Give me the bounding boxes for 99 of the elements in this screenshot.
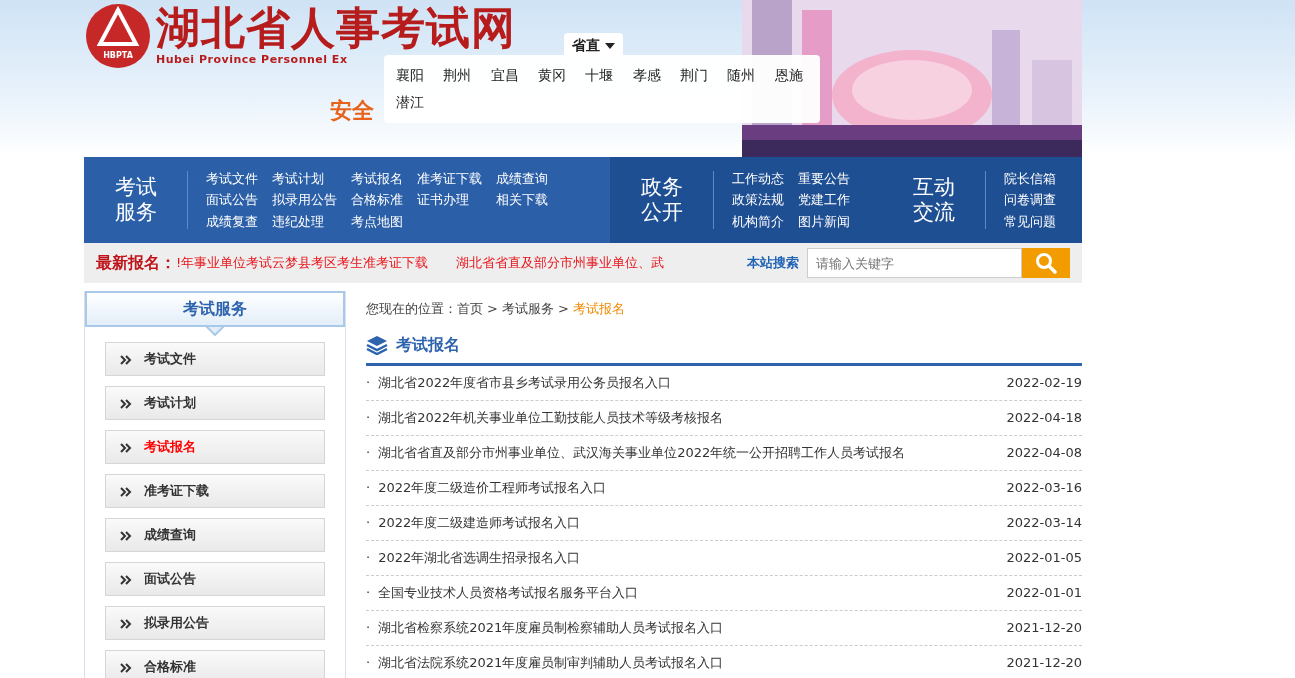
caret-icon: [604, 43, 615, 49]
city-link[interactable]: 荆州: [443, 65, 477, 86]
sidebar-item[interactable]: 成绩查询: [105, 518, 325, 552]
site-subtitle: Hubei Province Personnel Ex: [156, 51, 349, 68]
sidebar-item[interactable]: 拟录用公告: [105, 606, 325, 640]
article-date: 2021-12-20: [1006, 618, 1082, 637]
article-date: 2022-04-08: [1006, 443, 1082, 462]
nav-link[interactable]: 考试报名: [351, 168, 403, 189]
pointer-icon: [204, 325, 226, 336]
nav-link[interactable]: 证书办理: [417, 190, 482, 210]
bullet: ·: [366, 653, 371, 672]
search-icon: [1035, 252, 1057, 274]
city-link[interactable]: 孝感: [632, 65, 666, 86]
nav-link[interactable]: 考试文件: [206, 168, 258, 189]
article-link[interactable]: 湖北省2022年度省市县乡考试录用公务员报名入口: [378, 372, 672, 393]
article-link[interactable]: 湖北省2022年机关事业单位工勤技能人员技术等级考核报名: [378, 407, 724, 428]
city-link[interactable]: 襄阳: [396, 65, 430, 86]
breadcrumb-label: 您现在的位置：: [366, 301, 457, 316]
sidebar-item[interactable]: 考试报名: [105, 430, 325, 464]
logo-icon: HBPTA: [84, 2, 152, 70]
city-link[interactable]: 恩施: [774, 65, 808, 86]
layers-icon: [366, 334, 388, 355]
bullet: ·: [366, 618, 371, 637]
section-title: 政务公开: [639, 174, 684, 226]
nav-link[interactable]: 院长信箱: [1004, 168, 1056, 189]
bullet: ·: [366, 583, 371, 602]
nav-link[interactable]: 成绩复查: [206, 211, 258, 232]
sidebar-item[interactable]: 考试文件: [105, 342, 325, 376]
slogan: 安全: [330, 97, 374, 125]
nav-link[interactable]: 成绩查询: [496, 168, 548, 189]
article-link[interactable]: 湖北省省直及部分市州事业单位、武汉海关事业单位2022年统一公开招聘工作人员考试报名: [378, 442, 906, 463]
double-chevron-icon: [120, 398, 132, 409]
article-link[interactable]: 湖北省检察系统2021年度雇员制检察辅助人员考试报名入口: [378, 617, 724, 638]
double-chevron-icon: [120, 662, 132, 673]
bullet: ·: [366, 478, 371, 497]
city-link[interactable]: 黄冈: [538, 65, 572, 86]
nav-link[interactable]: 常见问题: [1004, 211, 1056, 232]
news-link[interactable]: 湖北省省直及部分市州事业单位、武: [456, 253, 665, 273]
section-title: 互动交流: [911, 174, 956, 226]
article-link[interactable]: 2022年度二级造价工程师考试报名入口: [378, 477, 607, 498]
news-link[interactable]: !年事业单位考试云梦县考区考生准考证下载: [176, 253, 429, 273]
article-date: 2022-02-19: [1006, 373, 1082, 392]
bullet: ·: [366, 408, 371, 427]
city-link[interactable]: 宜昌: [490, 65, 524, 86]
section-heading: 考试报名: [396, 333, 460, 356]
nav-link[interactable]: 违纪处理: [272, 211, 337, 232]
nav-link[interactable]: 政策法规: [732, 190, 784, 210]
nav-link[interactable]: 相关下载: [496, 190, 548, 210]
search-label: 本站搜索: [747, 254, 799, 273]
double-chevron-icon: [120, 442, 132, 453]
sidebar-item[interactable]: 面试公告: [105, 562, 325, 596]
article-link[interactable]: 2022年度二级建造师考试报名入口: [378, 512, 581, 533]
article-link[interactable]: 2022年湖北省选调生招录报名入口: [378, 547, 581, 568]
breadcrumb-link[interactable]: 考试服务: [501, 301, 554, 316]
search-button[interactable]: [1022, 248, 1070, 278]
nav-link[interactable]: 考点地图: [351, 211, 403, 232]
nav-link[interactable]: 问卷调查: [1004, 190, 1056, 210]
sidebar-item[interactable]: 合格标准: [105, 650, 325, 678]
city-link[interactable]: 十堰: [585, 65, 619, 86]
bullet: ·: [366, 443, 371, 462]
nav-link[interactable]: 拟录用公告: [272, 190, 337, 210]
site-title: 湖北省人事考试网: [156, 3, 516, 52]
double-chevron-icon: [120, 574, 132, 585]
sidebar-item[interactable]: 考试计划: [105, 386, 325, 420]
city-link[interactable]: 荆门: [679, 65, 714, 86]
article-date: 2022-01-01: [1006, 583, 1082, 602]
nav-link[interactable]: 图片新闻: [798, 211, 850, 232]
nav-link[interactable]: 合格标准: [351, 190, 403, 210]
double-chevron-icon: [120, 618, 132, 629]
ticker-label: 最新报名：: [96, 252, 176, 274]
nav-link[interactable]: 工作动态: [732, 168, 784, 189]
section-title: 考试服务: [113, 174, 158, 226]
double-chevron-icon: [120, 530, 132, 541]
breadcrumb-link[interactable]: 首页: [457, 301, 483, 316]
article-link[interactable]: 湖北省法院系统2021年度雇员制审判辅助人员考试报名入口: [378, 652, 724, 673]
breadcrumb-separator: >: [557, 301, 569, 316]
city-link[interactable]: 潜江: [396, 92, 430, 113]
article-date: 2022-03-14: [1006, 513, 1082, 532]
article-date: 2022-03-16: [1006, 478, 1082, 497]
nav-link[interactable]: 重要公告: [798, 168, 850, 189]
breadcrumb-separator: >: [487, 301, 498, 316]
sidebar-item[interactable]: 准考证下载: [105, 474, 325, 508]
nav-link[interactable]: 面试公告: [206, 190, 258, 210]
nav-link[interactable]: 考试计划: [272, 168, 337, 189]
nav-link[interactable]: 准考证下载: [417, 168, 482, 189]
sidebar-title: 考试服务: [85, 291, 345, 327]
bullet: ·: [366, 513, 371, 532]
search-field[interactable]: 请输入关键字: [807, 248, 1022, 278]
city-link[interactable]: 随州: [727, 65, 761, 86]
article-link[interactable]: 全国专业技术人员资格考试报名服务平台入口: [378, 582, 639, 603]
nav-link[interactable]: 党建工作: [798, 190, 850, 210]
article-date: 2021-12-20: [1006, 653, 1082, 672]
bullet: ·: [366, 373, 371, 392]
bullet: ·: [366, 548, 371, 567]
article-date: 2022-01-05: [1006, 548, 1082, 567]
double-chevron-icon: [120, 486, 132, 497]
nav-link[interactable]: 机构简介: [732, 211, 784, 232]
article-date: 2022-04-18: [1006, 408, 1082, 427]
double-chevron-icon: [120, 354, 132, 365]
